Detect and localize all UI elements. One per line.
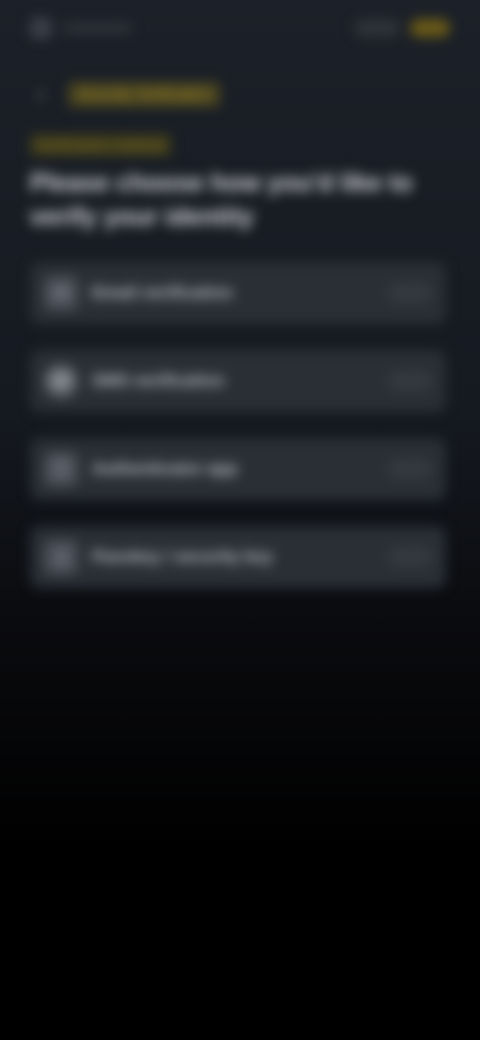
chevron-right-icon bbox=[388, 284, 432, 302]
option-email[interactable]: ✉ Email verification bbox=[30, 262, 446, 324]
accent-badge[interactable] bbox=[410, 19, 450, 37]
chevron-right-icon bbox=[388, 372, 432, 390]
breadcrumb: Security Verification bbox=[68, 81, 220, 107]
passkey-icon: ⚷ bbox=[44, 540, 78, 574]
phone-icon: ☎ bbox=[44, 364, 78, 398]
option-authenticator[interactable]: ⚿ Authenticator app bbox=[30, 438, 446, 500]
option-label: Authenticator app bbox=[92, 459, 238, 478]
option-label: Passkey / security key bbox=[92, 547, 273, 566]
status-pill bbox=[354, 19, 400, 37]
email-icon: ✉ bbox=[44, 276, 78, 310]
chevron-right-icon bbox=[388, 460, 432, 478]
chevron-left-icon[interactable]: ‹ bbox=[30, 81, 52, 106]
verification-options: ✉ Email verification ☎ SMS verification … bbox=[30, 262, 446, 588]
page-title: Please choose how you'd like to verify y… bbox=[30, 169, 413, 231]
authenticator-icon: ⚿ bbox=[44, 452, 78, 486]
section-eyebrow: Verification method bbox=[30, 134, 171, 156]
option-sms[interactable]: ☎ SMS verification bbox=[30, 350, 446, 412]
screen: ‹ Security Verification Verification met… bbox=[0, 0, 480, 1040]
top-bar-right bbox=[354, 19, 450, 37]
top-bar-left bbox=[30, 17, 132, 39]
chevron-right-icon bbox=[388, 548, 432, 566]
app-logo-icon bbox=[30, 17, 52, 39]
top-bar bbox=[30, 14, 450, 42]
option-label: Email verification bbox=[92, 283, 233, 302]
header: ‹ Security Verification bbox=[30, 78, 450, 110]
option-label: SMS verification bbox=[92, 371, 225, 390]
option-passkey[interactable]: ⚷ Passkey / security key bbox=[30, 526, 446, 588]
top-bar-title-placeholder bbox=[62, 23, 132, 33]
